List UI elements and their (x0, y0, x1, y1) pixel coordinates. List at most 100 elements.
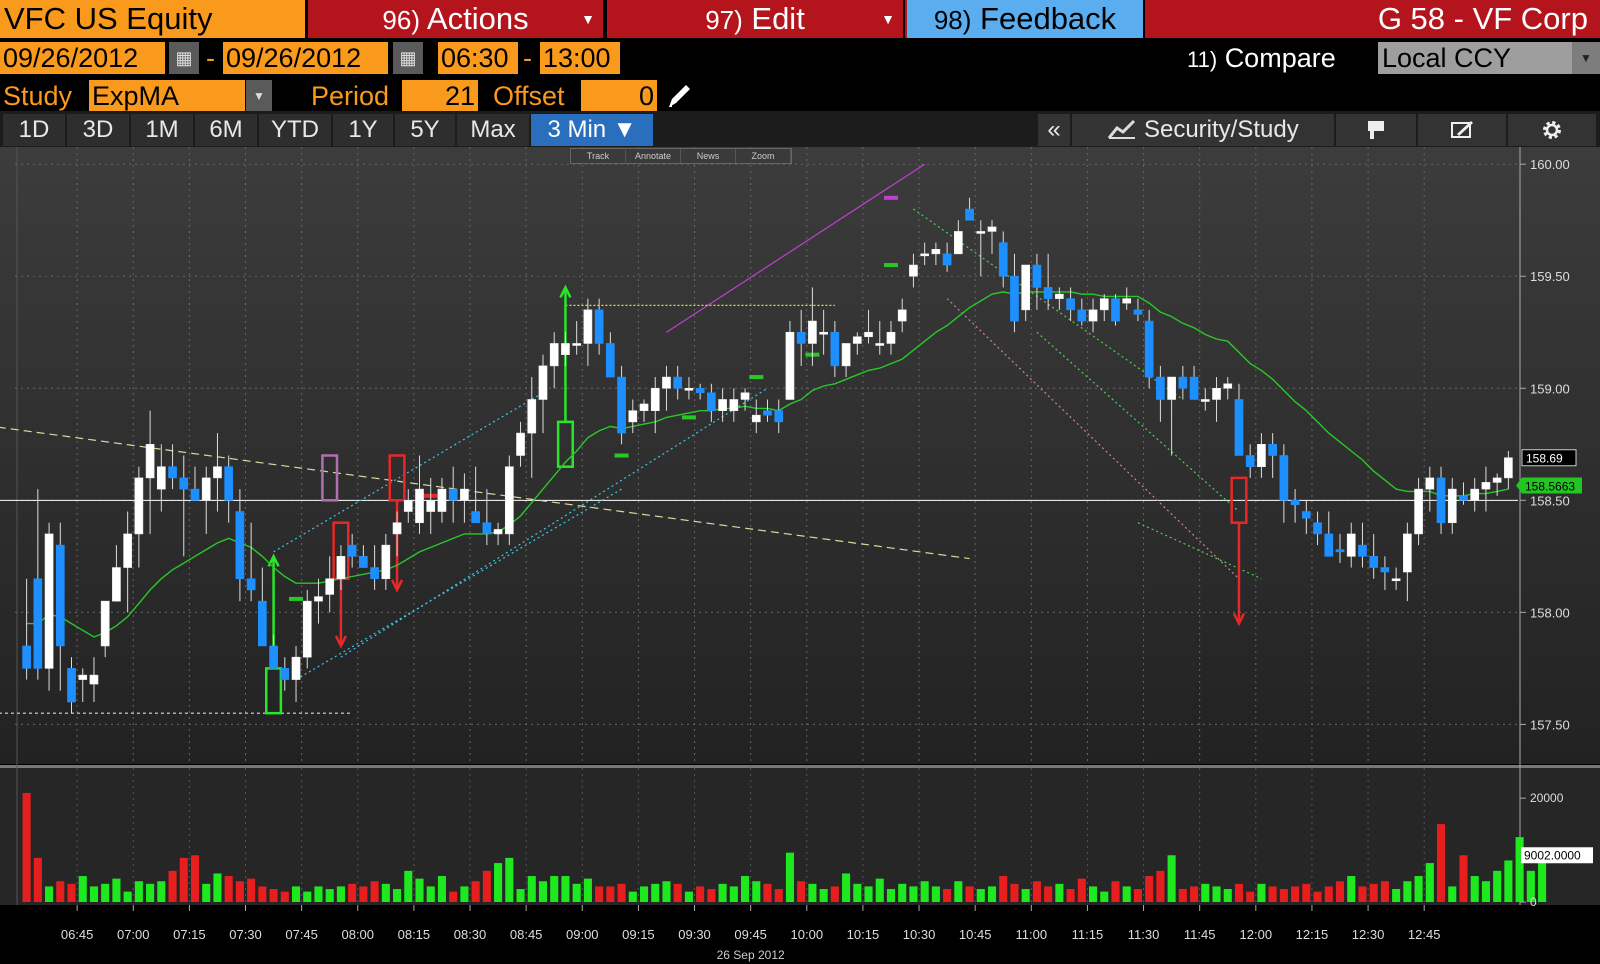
range-button-5y[interactable]: 5Y (395, 114, 455, 146)
volume-bar (1077, 878, 1086, 902)
zoom-tool[interactable]: Zoom (736, 149, 791, 163)
candle-body (549, 343, 559, 367)
volume-bar (415, 878, 424, 902)
volume-bar (67, 883, 76, 902)
security-study-button[interactable]: Security/Study (1072, 114, 1334, 146)
volume-bar (258, 886, 267, 902)
range-button-6m[interactable]: 6M (195, 114, 257, 146)
candle-body (808, 320, 817, 344)
range-button-3d[interactable]: 3D (67, 114, 129, 146)
candle-body (673, 376, 683, 389)
x-tick-label: 07:15 (173, 927, 206, 942)
volume-bar (1459, 855, 1468, 902)
start-time-input[interactable]: 06:30 (438, 42, 518, 74)
candle-body (1021, 264, 1031, 311)
candle-body (662, 376, 671, 389)
candle-body (1301, 511, 1311, 519)
period-label: Period (311, 81, 390, 111)
candle-body (1010, 275, 1019, 322)
y-tick-label: 158.00 (1530, 605, 1570, 620)
y-tick-label: 160.00 (1530, 157, 1570, 172)
volume-bar (404, 870, 413, 902)
candle-body (650, 387, 660, 411)
candle-body (875, 343, 885, 346)
calendar-icon[interactable]: ▦ (169, 42, 199, 74)
compare-label: Compare (1224, 43, 1336, 73)
end-time-input[interactable]: 13:00 (540, 42, 620, 74)
volume-bar (179, 857, 188, 902)
candle-body (796, 331, 806, 344)
start-date-input[interactable]: 09/26/2012 (0, 42, 165, 74)
candle-body (1313, 522, 1322, 535)
volume-bar (1425, 863, 1434, 902)
end-date-input[interactable]: 09/26/2012 (223, 42, 388, 74)
volume-bar (235, 881, 244, 902)
candle-body (381, 544, 391, 580)
chevron-down-icon[interactable]: ▼ (246, 80, 272, 112)
panel-divider (0, 765, 1600, 768)
price-panel (0, 147, 1600, 764)
currency-select[interactable]: Local CCY (1378, 42, 1572, 74)
flag-button[interactable] (1336, 114, 1416, 146)
calendar-icon[interactable]: ▦ (393, 42, 423, 74)
candle-body (493, 529, 503, 535)
candle-body (561, 343, 570, 355)
settings-button[interactable] (1508, 114, 1596, 146)
pencil-icon[interactable] (664, 80, 694, 112)
volume-bar (190, 855, 200, 902)
collapse-button[interactable]: « (1038, 114, 1070, 146)
annotate-tool[interactable]: Annotate (626, 149, 681, 163)
edit-menu-button[interactable]: 97) Edit ▼ (607, 0, 905, 38)
candle-body (729, 399, 739, 411)
candle-body (976, 231, 986, 234)
volume-bar (1493, 870, 1502, 902)
candle-body (1290, 500, 1300, 506)
security-ticker[interactable]: VFC US Equity (0, 0, 305, 38)
volume-bar (864, 886, 873, 902)
actions-menu-button[interactable]: 96) Actions ▼ (308, 0, 605, 38)
volume-bar (954, 881, 963, 902)
volume-bar (1167, 855, 1176, 902)
feedback-button[interactable]: 98) Feedback (907, 0, 1145, 38)
volume-bar (1279, 889, 1288, 902)
compare-button[interactable]: 11) Compare (1187, 42, 1336, 76)
range-button-1d[interactable]: 1D (3, 114, 65, 146)
volume-bar (393, 889, 402, 902)
volume-bar (1066, 889, 1075, 902)
range-button-1m[interactable]: 1M (131, 114, 193, 146)
x-tick-label: 10:30 (903, 927, 936, 942)
chevron-down-icon[interactable]: ▼ (1572, 42, 1600, 74)
volume-bar (763, 883, 772, 902)
volume-bar (774, 889, 783, 902)
candle-body (258, 600, 267, 647)
volume-bar (370, 881, 379, 902)
study-select[interactable]: ExpMA (89, 80, 245, 112)
price-chart[interactable]: 06:45 07:00 07:15 07:30 07:45 08:00 08:15 08:30… (0, 147, 1600, 964)
candle-body (1380, 567, 1390, 573)
candle-body (953, 231, 963, 255)
track-tool[interactable]: Track (571, 149, 626, 163)
volume-bar (606, 886, 615, 902)
range-button-max[interactable]: Max (457, 114, 529, 146)
candle-body (156, 466, 166, 490)
volume-bar (112, 878, 121, 902)
edit-chart-button[interactable] (1418, 114, 1506, 146)
candle-body (33, 578, 43, 669)
candle-body (314, 596, 323, 602)
candle-body (909, 264, 918, 277)
interval-select[interactable]: 3 Min ▼ (531, 114, 653, 146)
period-input[interactable]: 21 (402, 80, 478, 112)
range-button-ytd[interactable]: YTD (259, 114, 331, 146)
news-tool[interactable]: News (681, 149, 736, 163)
candle-body (1055, 293, 1064, 299)
volume-bar (1246, 891, 1255, 902)
volume-bar (707, 889, 716, 902)
offset-input[interactable]: 0 (581, 80, 657, 112)
volume-bar (1268, 886, 1277, 902)
volume-bar (1021, 889, 1030, 902)
range-button-1y[interactable]: 1Y (333, 114, 393, 146)
signal-tick (681, 415, 696, 420)
candle-body (78, 674, 88, 680)
candle-body (740, 392, 750, 400)
candle-body (965, 208, 974, 221)
